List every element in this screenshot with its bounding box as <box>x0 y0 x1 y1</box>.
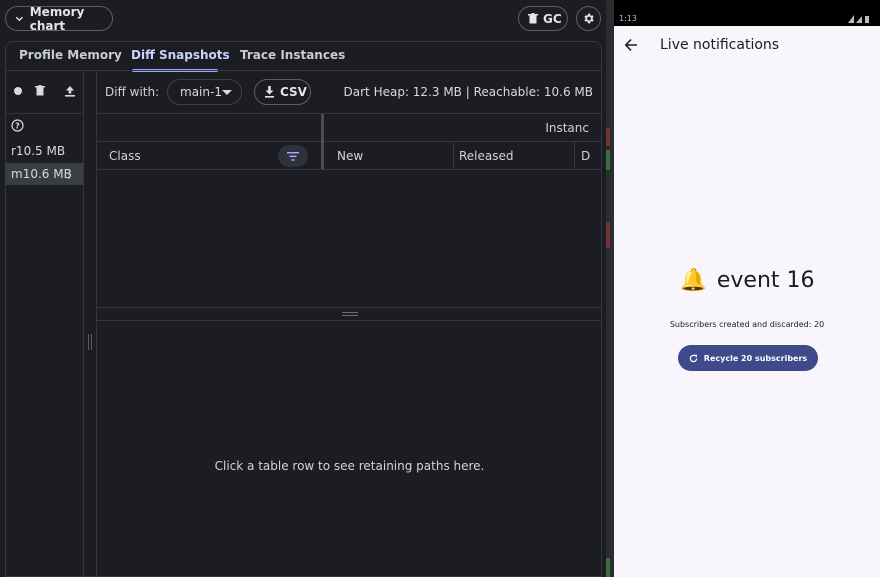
gear-icon <box>584 13 594 24</box>
retaining-paths-resize-handle[interactable] <box>97 307 602 321</box>
column-new[interactable]: New <box>337 149 363 163</box>
tab-profile-memory[interactable]: Profile Memory <box>19 48 122 62</box>
background-window-strip <box>606 0 614 577</box>
status-time: 1:13 <box>619 14 637 23</box>
csv-export-button[interactable]: CSV <box>254 79 311 105</box>
snapshot-label: r10.5 MB <box>11 144 66 158</box>
diff-toolbar: Diff with: main-1 CSV Dart Heap: 12.3 MB… <box>97 71 602 114</box>
app-bar: Live notifications <box>614 26 880 64</box>
memory-toolbar: Memory chart GC <box>0 0 606 40</box>
delete-snapshots-icon[interactable] <box>35 85 45 99</box>
heap-info: Dart Heap: 12.3 MB | Reachable: 10.6 MB <box>343 85 593 99</box>
dropdown-caret-icon <box>222 90 232 95</box>
bg-marker <box>606 128 610 146</box>
more-vert-icon[interactable]: ⋮ <box>63 163 75 185</box>
refresh-icon <box>689 354 698 362</box>
memory-tabs: Profile Memory Diff Snapshots Trace Inst… <box>5 41 602 72</box>
event-text: event 16 <box>716 268 815 293</box>
event-display: 🔔 event 16 <box>614 268 880 293</box>
gc-button[interactable]: GC <box>518 6 568 31</box>
emulator-title-strip <box>614 0 880 12</box>
memory-chart-label: Memory chart <box>29 4 85 33</box>
app-title: Live notifications <box>660 37 780 53</box>
column-delta[interactable]: D <box>581 149 590 163</box>
back-arrow-icon[interactable] <box>624 37 638 56</box>
bg-marker <box>606 150 610 170</box>
signal-icon <box>848 15 869 23</box>
sidebar-resize-handle[interactable] <box>87 334 93 350</box>
recycle-subscribers-button[interactable]: Recycle 20 subscribers <box>678 345 818 371</box>
column-released[interactable]: Released <box>459 149 514 163</box>
devtools-memory-panel: Memory chart GC Profile Memory Diff Snap… <box>0 0 606 577</box>
snapshot-item-selected[interactable]: m10.6 MB ⋮ <box>5 163 83 185</box>
snapshot-toolbar <box>5 71 84 114</box>
help-glyph: ? <box>15 122 20 131</box>
tab-diff-snapshots[interactable]: Diff Snapshots <box>131 48 230 62</box>
recycle-label: Recycle 20 subscribers <box>703 353 808 363</box>
record-icon[interactable] <box>13 85 23 99</box>
drag-handle-icon <box>342 312 358 316</box>
snapshot-sidebar: ? r10.5 MB m10.6 MB ⋮ <box>5 71 84 577</box>
diff-with-dropdown[interactable]: main-1 <box>167 79 242 105</box>
gc-label: GC <box>543 11 562 26</box>
retaining-paths-message: Click a table row to see retaining paths… <box>214 459 485 473</box>
tab-trace-instances[interactable]: Trace Instances <box>240 48 345 62</box>
settings-button[interactable] <box>576 6 601 31</box>
memory-chart-toggle[interactable]: Memory chart <box>5 4 113 33</box>
csv-label: CSV <box>280 85 307 99</box>
download-icon <box>265 86 274 98</box>
column-class[interactable]: Class <box>109 149 141 163</box>
status-bar: 1:13 <box>614 12 880 26</box>
table-column-header: Class New Released D <box>97 142 602 170</box>
bg-marker <box>606 558 610 577</box>
table-group-header: Instanc <box>97 114 602 142</box>
phone-emulator: 1:13 Live notifications 🔔 event 16 Subsc… <box>614 0 880 577</box>
filter-button[interactable] <box>278 145 308 167</box>
column-separator <box>453 142 454 169</box>
trash-icon <box>528 13 538 24</box>
help-icon[interactable]: ? <box>11 119 24 135</box>
diff-with-label: Diff with: <box>105 85 160 99</box>
subscribers-text: Subscribers created and discarded: 20 <box>669 320 825 329</box>
screen: Memory chart GC Profile Memory Diff Snap… <box>0 0 880 577</box>
bell-icon: 🔔 <box>679 268 707 293</box>
filter-icon <box>287 151 299 161</box>
diff-with-value: main-1 <box>180 85 222 99</box>
snapshot-item[interactable]: r10.5 MB <box>5 140 83 162</box>
instances-group-header: Instanc <box>545 121 589 135</box>
column-separator <box>574 142 575 169</box>
chevron-down-icon <box>15 16 23 21</box>
upload-icon[interactable] <box>64 85 76 100</box>
bg-marker <box>606 222 610 248</box>
